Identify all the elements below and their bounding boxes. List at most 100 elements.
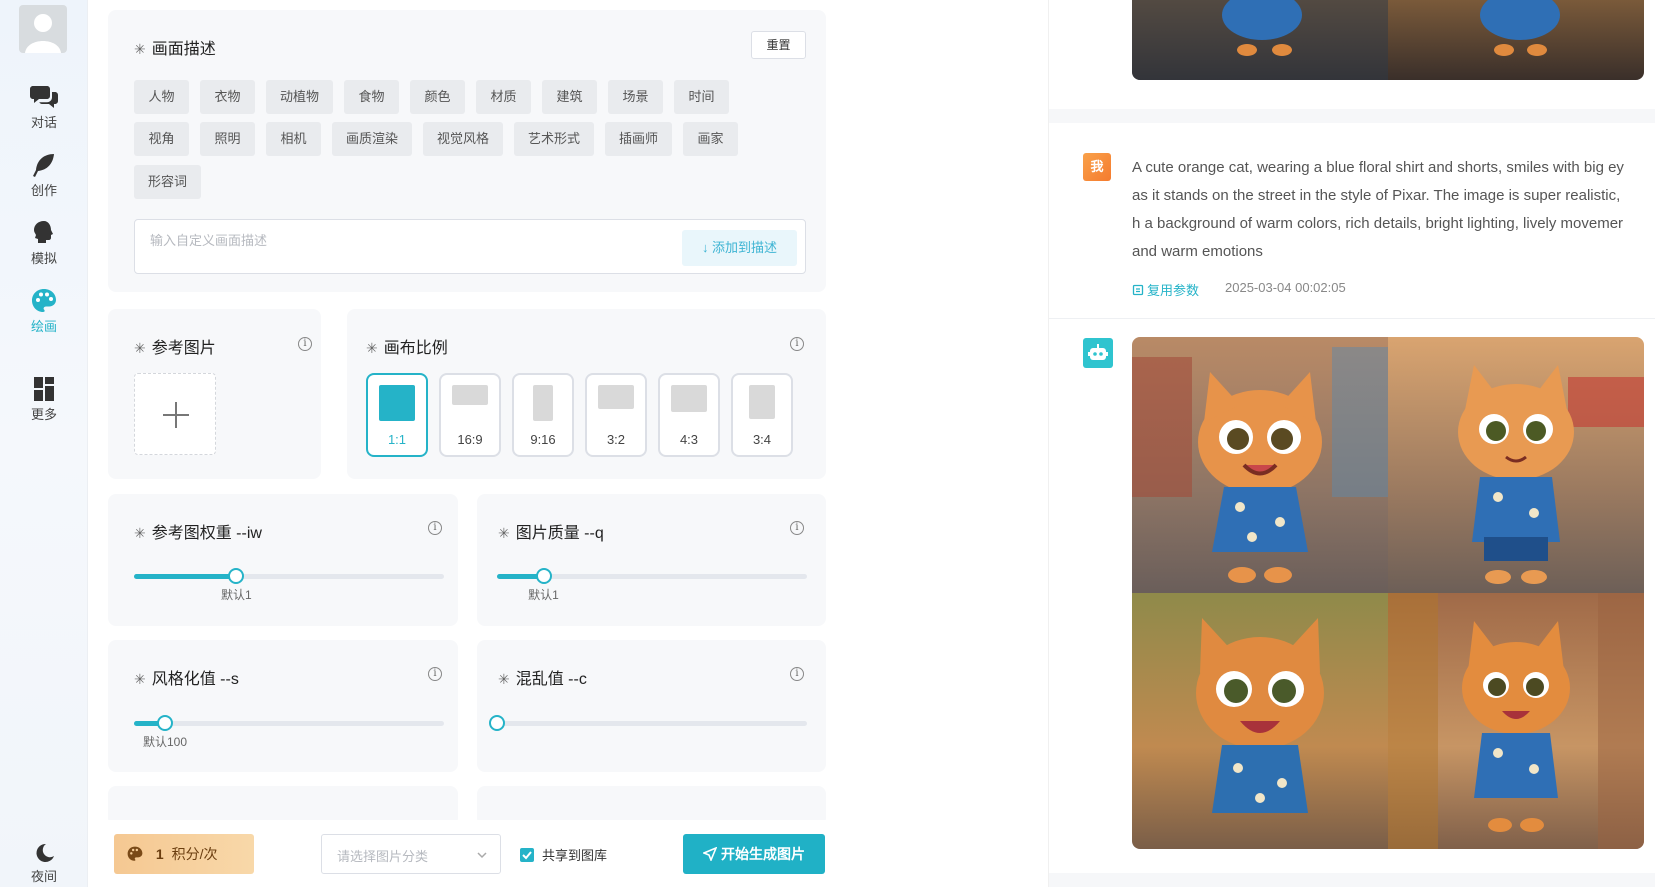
points-value: 1	[155, 846, 164, 862]
tag-chip[interactable]: 建筑	[542, 80, 597, 114]
asterisk-icon: ✳	[134, 525, 146, 541]
c-param-title: ✳ 混乱值 --c	[498, 671, 587, 688]
user-avatar[interactable]	[19, 5, 67, 53]
slider-fill	[134, 574, 237, 579]
night-mode-toggle[interactable]: 夜间	[0, 842, 88, 885]
info-icon[interactable]: i	[428, 667, 442, 681]
s-param-card	[108, 640, 458, 772]
generated-image-1[interactable]	[1132, 337, 1388, 593]
tag-chip[interactable]: 衣物	[200, 80, 255, 114]
sidebar-item-label: 更多	[30, 407, 57, 422]
iw-slider[interactable]: 默认1	[134, 568, 444, 602]
info-icon[interactable]: i	[790, 337, 804, 351]
ratio-option[interactable]: 3:4	[731, 373, 793, 457]
generated-image-3[interactable]	[1132, 593, 1388, 849]
ratio-option[interactable]: 9:16	[512, 373, 574, 457]
tag-chip[interactable]: 视觉风格	[423, 122, 503, 156]
tag-chip[interactable]: 艺术形式	[514, 122, 594, 156]
palette-icon	[32, 289, 56, 312]
tag-chip[interactable]: 视角	[134, 122, 189, 156]
asterisk-icon: ✳	[366, 340, 378, 356]
feather-icon	[33, 154, 54, 177]
share-label: 共享到图库	[542, 848, 608, 863]
checkbox-checked-icon	[520, 848, 534, 862]
tag-chip[interactable]: 插画师	[605, 122, 672, 156]
info-icon[interactable]: i	[428, 521, 442, 535]
tag-chip[interactable]: 时间	[674, 80, 729, 114]
send-icon	[701, 846, 718, 863]
s-slider[interactable]: 默认100	[134, 715, 444, 749]
share-to-gallery-checkbox[interactable]: 共享到图库	[520, 845, 607, 864]
asterisk-icon: ✳	[498, 671, 510, 687]
generate-image-button[interactable]: 开始生成图片	[683, 834, 825, 874]
slider-handle[interactable]	[157, 715, 173, 731]
s-param-title: ✳ 风格化值 --s	[134, 671, 239, 688]
tag-chip[interactable]: 画质渲染	[332, 122, 412, 156]
slider-handle[interactable]	[535, 568, 552, 584]
points-unit: 积分/次	[171, 846, 218, 862]
reuse-params-button[interactable]: 复用参数	[1132, 280, 1199, 299]
generated-image-grid[interactable]	[1132, 337, 1644, 849]
sidebar-item-label: 绘画	[30, 319, 57, 334]
description-title: ✳ 画面描述	[134, 41, 216, 58]
divider	[1049, 318, 1655, 319]
category-select[interactable]: 请选择图片分类	[321, 834, 501, 874]
prompt-line: A cute orange cat, wearing a blue floral…	[1132, 159, 1624, 176]
sidebar-item-paint[interactable]: 绘画	[0, 288, 88, 335]
info-icon[interactable]: i	[790, 521, 804, 535]
c-slider[interactable]	[489, 715, 807, 731]
ratio-option[interactable]: 16:9	[439, 373, 501, 457]
sidebar-item-more[interactable]: 更多	[0, 376, 88, 423]
info-icon[interactable]: i	[298, 337, 312, 351]
paint-settings-panel: ✳ 画面描述 重置 人物 衣物 动植物 食物 颜色 材质 建筑 场景 时间视角 照明 相机 画质渲染 视觉…	[88, 0, 848, 887]
sidebar-item-create[interactable]: 创作	[0, 152, 88, 199]
reset-button[interactable]: 重置	[751, 31, 806, 59]
tag-chip[interactable]: 颜色	[410, 80, 465, 114]
tag-chip[interactable]: 相机	[266, 122, 321, 156]
ratio-option[interactable]: 1:1	[366, 373, 428, 457]
tag-chip[interactable]: 画家	[683, 122, 738, 156]
ratio-label: 9:16	[530, 432, 556, 447]
timestamp: 2025-03-04 00:02:05	[1225, 280, 1346, 295]
sidebar-item-chat[interactable]: 对话	[0, 84, 88, 131]
palette-icon	[127, 846, 143, 861]
ratio-label: 16:9	[457, 432, 483, 447]
generated-image-2[interactable]	[1388, 337, 1644, 593]
moon-icon	[36, 843, 54, 862]
upload-reference-button[interactable]	[134, 373, 216, 455]
description-input-placeholder: 输入自定义画面描述	[150, 233, 268, 248]
previous-image-grid[interactable]	[1132, 0, 1644, 80]
generated-image-4[interactable]	[1388, 593, 1644, 849]
asterisk-icon: ✳	[498, 525, 510, 541]
asterisk-icon: ✳	[134, 671, 146, 687]
tag-chip[interactable]: 材质	[476, 80, 531, 114]
grid-icon	[34, 377, 54, 401]
prompt-line: h a background of warm colors, rich deta…	[1132, 215, 1624, 232]
tag-chip[interactable]: 形容词	[134, 165, 201, 199]
slider-handle[interactable]	[489, 715, 505, 731]
tag-chip[interactable]: 人物	[134, 80, 189, 114]
info-icon[interactable]: i	[790, 667, 804, 681]
ratio-shape	[671, 385, 707, 412]
ratio-option[interactable]: 4:3	[658, 373, 720, 457]
divider	[1049, 109, 1655, 123]
ratio-option[interactable]: 3:2	[585, 373, 647, 457]
ratio-label: 3:2	[606, 432, 626, 447]
sidebar-item-simulate[interactable]: 模拟	[0, 220, 88, 267]
sidebar-item-label: 对话	[30, 115, 57, 130]
tag-chip[interactable]: 动植物	[266, 80, 333, 114]
slider-default-label: 默认1	[220, 588, 252, 602]
chat-bubbles-icon	[30, 86, 58, 108]
tag-chip[interactable]: 食物	[344, 80, 399, 114]
custom-description-input[interactable]: 输入自定义画面描述 ↓ 添加到描述	[134, 219, 806, 274]
tag-chip[interactable]: 照明	[200, 122, 255, 156]
asterisk-icon: ✳	[134, 41, 146, 57]
sidebar: 对话 创作 模拟 绘画 更多 夜间	[0, 0, 88, 887]
q-slider[interactable]: 默认1	[497, 568, 807, 602]
canvas-ratio-title: ✳ 画布比例	[366, 340, 448, 357]
tag-chip[interactable]: 场景	[608, 80, 663, 114]
points-cost-badge: 1 积分/次	[114, 834, 254, 874]
divider	[1049, 873, 1655, 887]
add-to-description-button[interactable]: ↓ 添加到描述	[682, 230, 797, 266]
ratio-shape	[598, 385, 634, 409]
